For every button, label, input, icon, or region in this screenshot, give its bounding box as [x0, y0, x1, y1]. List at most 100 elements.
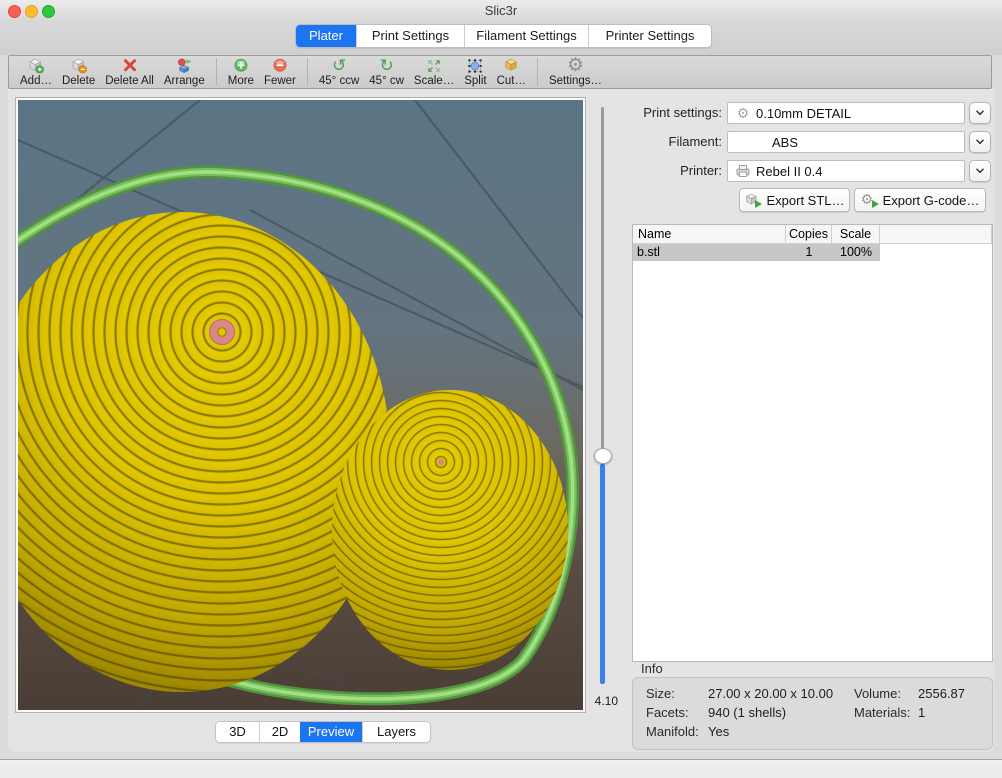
facets-value: 940 (1 shells): [708, 705, 854, 724]
manifold-value: Yes: [708, 724, 854, 743]
scale-arrows-icon: [424, 57, 444, 75]
info-box: Size: 27.00 x 20.00 x 10.00 Volume: 2556…: [632, 677, 993, 750]
toolbar-item-label: 45° cw: [369, 75, 404, 87]
export-gcode-label: Export G-code…: [883, 193, 980, 208]
printer-select[interactable]: Rebel II 0.4: [727, 160, 965, 182]
toolbar-separator: [307, 58, 308, 86]
chevron-down-icon: [973, 135, 987, 149]
arrange-objects-icon: [174, 57, 194, 75]
column-header-spacer: [880, 225, 992, 243]
chevron-down-icon: [973, 164, 987, 178]
cell-spacer: [880, 244, 992, 261]
toolbar-item-rotate-cw[interactable]: ↻ 45° cw: [364, 56, 409, 88]
slic3r-window: Slic3r Plater Print Settings Filament Se…: [0, 0, 1002, 778]
green-plus-circle-icon: [231, 57, 251, 75]
toolbar-item-scale[interactable]: Scale…: [409, 56, 459, 88]
export-stl-button[interactable]: Export STL…: [739, 188, 850, 212]
materials-value: 1: [918, 705, 992, 724]
gear-icon: ⚙: [566, 57, 586, 75]
window-title: Slic3r: [0, 0, 1002, 22]
print-settings-label: Print settings:: [602, 102, 722, 124]
toolbar-item-delete-all[interactable]: Delete All: [100, 56, 159, 88]
size-value: 27.00 x 20.00 x 10.00: [708, 686, 854, 705]
rotate-ccw-icon: ↺: [329, 57, 349, 75]
printer-value: Rebel II 0.4: [756, 164, 823, 179]
volume-value: 2556.87: [918, 686, 992, 705]
toolbar-separator: [537, 58, 538, 86]
toolbar-item-label: 45° ccw: [319, 75, 359, 87]
toolbar-item-add[interactable]: Add…: [15, 56, 57, 88]
layer-slider-fill: [600, 464, 605, 684]
view-tab-3d[interactable]: 3D: [216, 722, 259, 742]
materials-label: Materials:: [854, 705, 918, 724]
chevron-down-icon: [973, 106, 987, 120]
column-header-scale: Scale: [832, 225, 880, 243]
viewport-3d-scene[interactable]: [18, 100, 583, 710]
view-tab-2d[interactable]: 2D: [259, 722, 300, 742]
facets-label: Facets:: [646, 705, 708, 724]
titlebar: Slic3r: [0, 0, 1002, 22]
info-spacer: [918, 724, 992, 743]
red-minus-circle-icon: [270, 57, 290, 75]
statusbar: [0, 761, 1002, 778]
cube-plus-icon: [26, 57, 46, 75]
red-x-icon: [120, 57, 140, 75]
toolbar-item-split[interactable]: Split: [459, 56, 491, 88]
toolbar-item-cut[interactable]: Cut…: [492, 56, 531, 88]
cube-minus-icon: [69, 57, 89, 75]
viewport-frame: [15, 97, 586, 713]
column-header-copies: Copies: [786, 225, 832, 243]
filament-select[interactable]: ABS: [727, 131, 965, 153]
toolbar-separator: [216, 58, 217, 86]
tab-printer-settings[interactable]: Printer Settings: [588, 25, 711, 47]
toolbar-item-label: Delete: [62, 75, 95, 87]
toolbar-item-delete[interactable]: Delete: [57, 56, 100, 88]
tab-print-settings[interactable]: Print Settings: [356, 25, 464, 47]
export-gcode-button[interactable]: ⚙ Export G-code…: [854, 188, 986, 212]
gold-cube-icon: [501, 57, 521, 75]
toolbar-item-label: Arrange: [164, 75, 205, 87]
view-tab-layers[interactable]: Layers: [362, 722, 430, 742]
toolbar-item-label: Cut…: [497, 75, 526, 87]
toolbar-item-settings[interactable]: ⚙ Settings…: [544, 56, 607, 88]
table-header: Name Copies Scale: [633, 225, 992, 244]
gear-icon: ⚙: [734, 106, 752, 120]
tab-plater[interactable]: Plater: [296, 25, 356, 47]
print-settings-dropdown-button[interactable]: [969, 102, 991, 124]
export-stl-icon: [744, 192, 761, 208]
toolbar-item-label: Split: [464, 75, 486, 87]
toolbar-item-label: More: [228, 75, 254, 87]
toolbar-item-label: Delete All: [105, 75, 154, 87]
layer-slider-value: 4.10: [580, 694, 618, 708]
cell-copies: 1: [786, 244, 832, 261]
cell-name: b.stl: [633, 244, 786, 261]
export-gcode-icon: ⚙: [861, 192, 878, 208]
object-list-table: Name Copies Scale b.stl 1 100%: [632, 224, 993, 662]
view-tab-group: 3D 2D Preview Layers: [215, 721, 431, 743]
info-spacer: [854, 724, 918, 743]
filament-label: Filament:: [602, 131, 722, 153]
size-label: Size:: [646, 686, 708, 705]
toolbar-item-arrange[interactable]: Arrange: [159, 56, 210, 88]
printer-dropdown-button[interactable]: [969, 160, 991, 182]
toolbar-item-more[interactable]: More: [223, 56, 259, 88]
print-settings-select[interactable]: ⚙ 0.10mm DETAIL: [727, 102, 965, 124]
printer-label: Printer:: [602, 160, 722, 182]
filament-dropdown-button[interactable]: [969, 131, 991, 153]
toolbar-item-rotate-ccw[interactable]: ↺ 45° ccw: [314, 56, 364, 88]
layer-slider-thumb[interactable]: [594, 448, 612, 464]
toolbar-item-fewer[interactable]: Fewer: [259, 56, 301, 88]
main-tab-group: Plater Print Settings Filament Settings …: [295, 24, 712, 48]
manifold-label: Manifold:: [646, 724, 708, 743]
volume-label: Volume:: [854, 686, 918, 705]
table-row[interactable]: b.stl 1 100%: [633, 244, 992, 261]
tab-filament-settings[interactable]: Filament Settings: [464, 25, 588, 47]
column-header-name: Name: [633, 225, 786, 243]
toolbar-item-label: Fewer: [264, 75, 296, 87]
toolbar: Add… Delete Delete All: [8, 55, 992, 89]
export-stl-label: Export STL…: [766, 193, 844, 208]
view-tab-preview[interactable]: Preview: [300, 722, 362, 742]
filament-value: ABS: [772, 135, 798, 150]
cell-scale: 100%: [832, 244, 880, 261]
toolbar-item-label: Settings…: [549, 75, 602, 87]
